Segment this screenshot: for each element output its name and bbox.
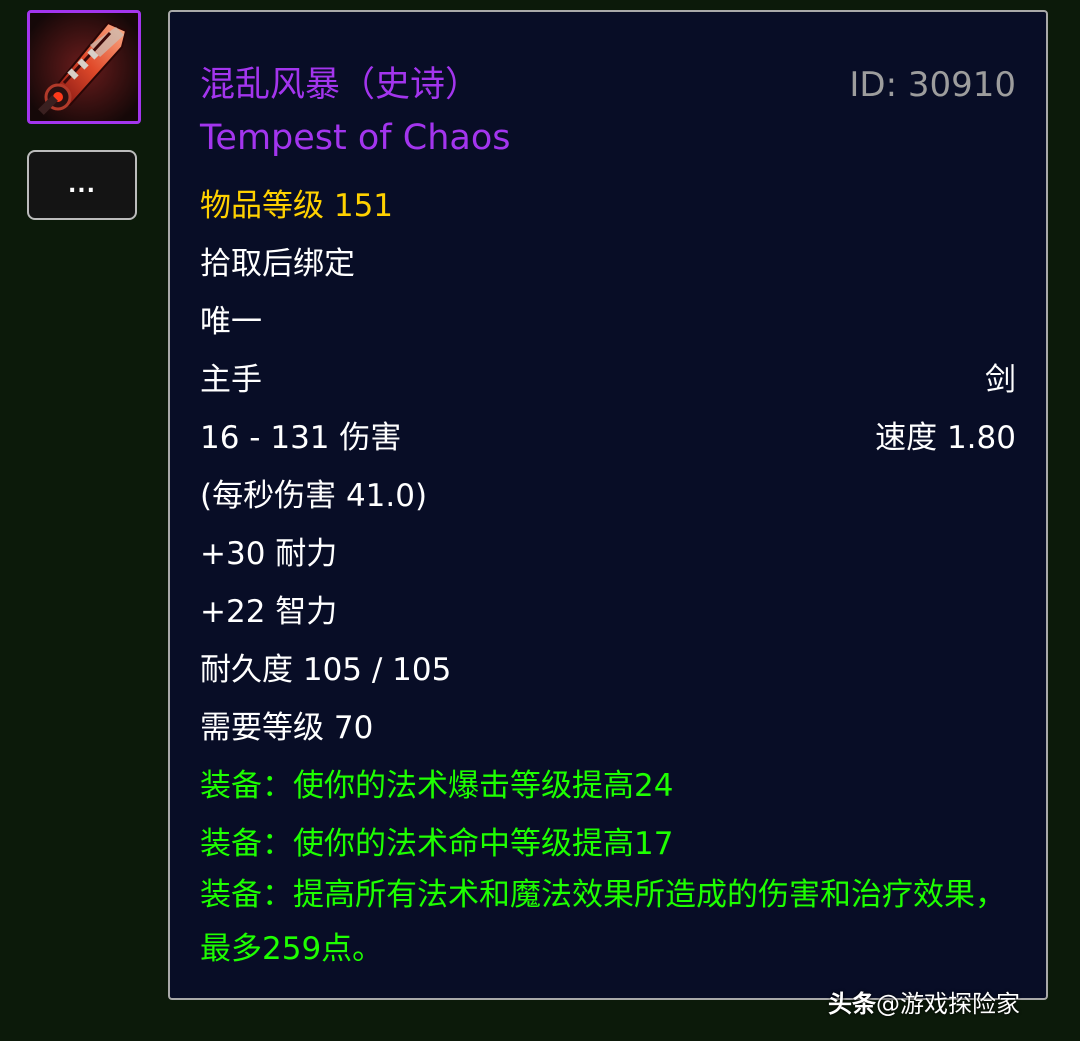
item-id: ID: 30910 [849, 65, 1016, 105]
item-unique: 唯一 [200, 304, 262, 340]
stat-intellect: +22 智力 [200, 594, 338, 630]
item-damage: 16 - 131 伤害 [200, 420, 402, 456]
slot-row: 主手 剑 [200, 354, 1016, 399]
english-name-row: Tempest of Chaos [200, 118, 1016, 158]
more-button-label: ... [67, 172, 97, 198]
tooltip-header-row: 混乱风暴（史诗） ID: 30910 [200, 56, 1016, 107]
item-required-level: 需要等级 70 [200, 710, 374, 746]
stat-stamina: +30 耐力 [200, 536, 338, 572]
item-slot: 主手 [200, 362, 262, 398]
item-weapon-type: 剑 [985, 362, 1016, 398]
intellect-row: +22 智力 [200, 586, 1016, 631]
unique-row: 唯一 [200, 296, 1016, 341]
equip-effect-row: 装备：使你的法术命中等级提高17 [200, 818, 1016, 863]
damage-row: 16 - 131 伤害 速度 1.80 [200, 412, 1016, 457]
durability-row: 耐久度 105 / 105 [200, 644, 1016, 689]
item-dps: (每秒伤害 41.0) [200, 478, 428, 514]
sword-icon [30, 13, 138, 121]
item-english-name: Tempest of Chaos [200, 118, 511, 158]
item-name: 混乱风暴（史诗） [200, 65, 481, 105]
item-speed: 速度 1.80 [875, 420, 1016, 456]
required-level-row: 需要等级 70 [200, 702, 1016, 747]
item-level: 物品等级 151 [200, 188, 394, 224]
equip-effect-row: 装备：使你的法术爆击等级提高24 [200, 760, 1016, 805]
watermark-handle: @游戏探险家 [876, 990, 1020, 1018]
dps-row: (每秒伤害 41.0) [200, 470, 1016, 515]
stamina-row: +30 耐力 [200, 528, 1016, 573]
equip-effect-spell-crit: 装备：使你的法术爆击等级提高24 [200, 768, 674, 804]
item-icon-slot[interactable] [27, 10, 141, 124]
item-durability: 耐久度 105 / 105 [200, 652, 452, 688]
equip-effect-spell-damage: 装备：提高所有法术和魔法效果所造成的伤害和治疗效果，最多259点。 [200, 877, 1006, 967]
equip-effect-spell-hit: 装备：使你的法术命中等级提高17 [200, 826, 674, 862]
watermark: 头条@游戏探险家 [828, 984, 1020, 1019]
item-level-row: 物品等级 151 [200, 180, 1016, 225]
binding-row: 拾取后绑定 [200, 238, 1016, 283]
item-binding: 拾取后绑定 [200, 246, 355, 282]
item-tooltip: 混乱风暴（史诗） ID: 30910 Tempest of Chaos 物品等级… [168, 10, 1048, 1000]
watermark-brand: 头条 [828, 990, 876, 1018]
more-button[interactable]: ... [27, 150, 137, 220]
